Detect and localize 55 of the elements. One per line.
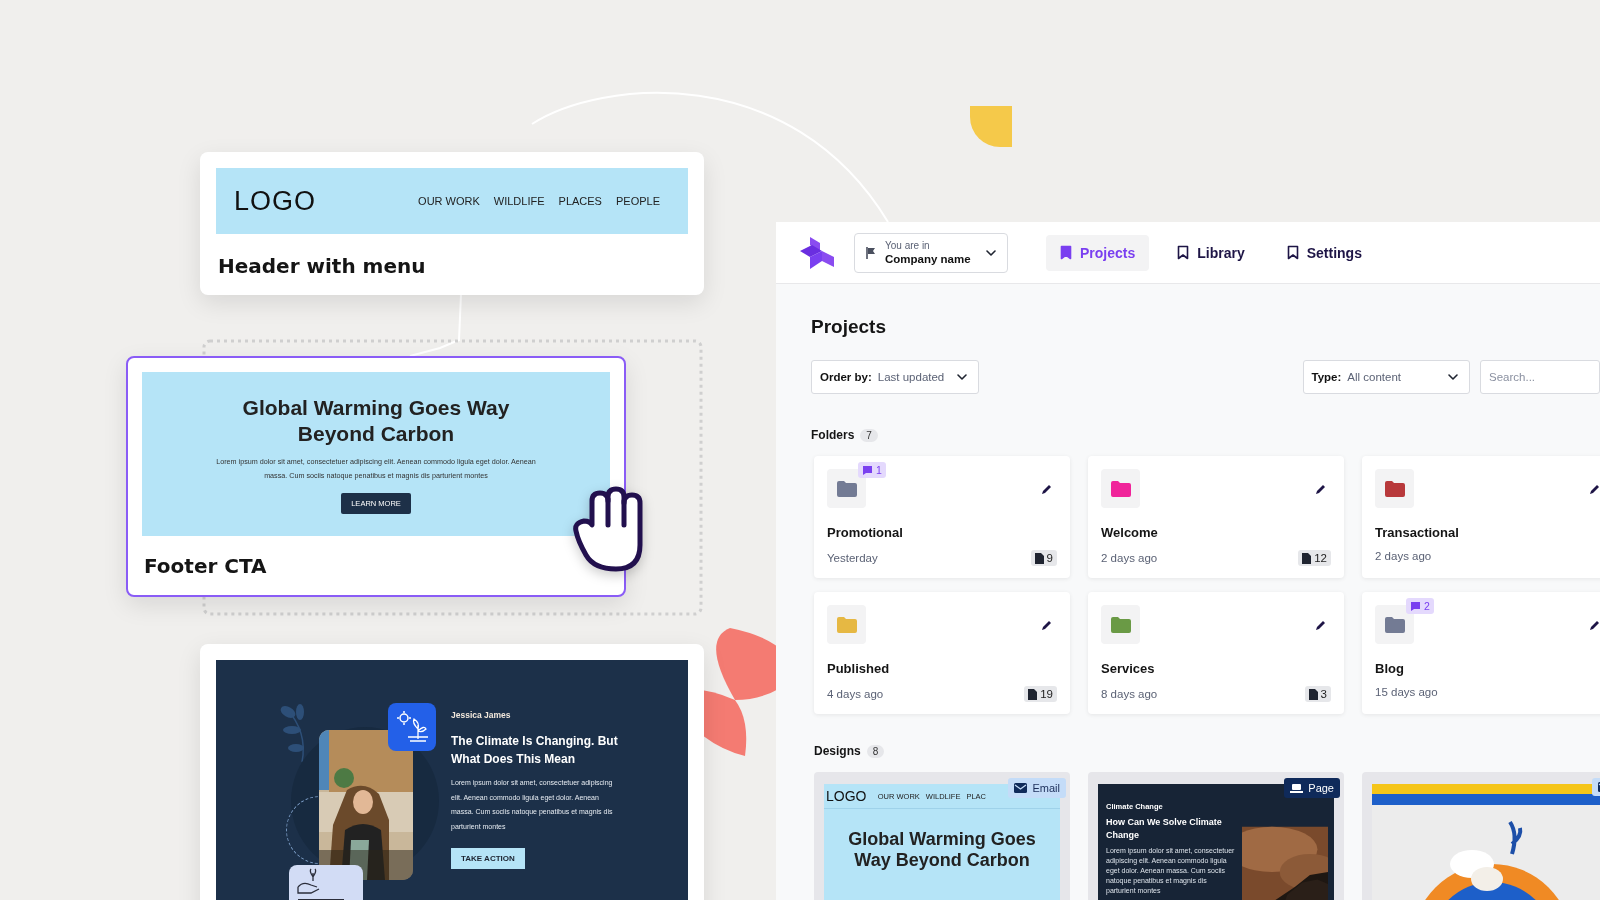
menu-link: WILDLIFE xyxy=(493,195,545,207)
comment-badge: 2 xyxy=(1406,598,1434,614)
company-dropdown[interactable]: You are in Company name xyxy=(854,232,1008,273)
email-badge: Email xyxy=(1008,778,1066,798)
take-action-button: TAKE ACTION xyxy=(451,848,525,869)
headline: Global Warming Goes Way Beyond Carbon xyxy=(241,394,511,447)
file-count-badge: 19 xyxy=(1024,686,1057,702)
nav-tab[interactable]: Settings xyxy=(1272,234,1376,271)
folder-card[interactable]: Welcome 2 days ago 12 xyxy=(1088,456,1344,578)
folder-card[interactable]: 1 Promotional Yesterday 9 xyxy=(814,456,1070,578)
company-name: Company name xyxy=(885,253,972,265)
order-dropdown[interactable]: Order by: Last updated xyxy=(811,360,979,394)
file-count-badge: 3 xyxy=(1304,686,1331,702)
page-title: Projects xyxy=(811,316,887,338)
logo-text: LOGO xyxy=(826,788,867,804)
updated-date: Yesterday xyxy=(827,552,878,564)
folder-card[interactable]: 2 Blog 15 days ago xyxy=(1362,592,1600,714)
section-label: Folders xyxy=(811,428,855,442)
template-title: Header with menu xyxy=(218,254,427,278)
updated-date: 8 days ago xyxy=(1101,688,1158,700)
folder-name: Services xyxy=(1101,661,1156,676)
folder-name: Transactional xyxy=(1375,525,1460,540)
updated-date: 15 days ago xyxy=(1375,686,1438,698)
template-card[interactable]: LOGO OUR WORK WILDLIFE PLACES PEOPLE Header with menu xyxy=(200,152,704,295)
template-title: Footer CTA xyxy=(144,554,268,578)
folder-name: Promotional xyxy=(827,525,904,540)
author-name: Jessica James xyxy=(451,710,512,720)
comment-badge: 1 xyxy=(858,462,886,478)
headline: The Climate Is Changing. But What Does This Mean xyxy=(451,733,619,768)
search-field[interactable]: Search... xyxy=(1480,360,1600,394)
dropdown-label: You are in xyxy=(885,240,931,251)
file-count-badge: 12 xyxy=(1298,550,1331,566)
updated-date: 4 days ago xyxy=(827,688,884,700)
type-dropdown[interactable]: Type: All content xyxy=(1302,360,1470,394)
folder-card[interactable]: Transactional 2 days ago xyxy=(1362,456,1600,578)
folder-name: Welcome xyxy=(1101,525,1159,540)
section-label: Designs xyxy=(814,744,861,758)
page-badge: Page xyxy=(1284,778,1340,798)
count-badge: 7 xyxy=(860,428,878,442)
menu-link: PLACES xyxy=(558,195,602,207)
folder-name: Published xyxy=(827,661,891,676)
updated-date: 2 days ago xyxy=(1101,552,1158,564)
updated-date: 2 days ago xyxy=(1375,550,1432,562)
folder-card[interactable]: Services 8 days ago 3 xyxy=(1088,592,1344,714)
folder-card[interactable]: Published 4 days ago 19 xyxy=(814,592,1070,714)
nav-tab[interactable]: Library xyxy=(1163,234,1259,271)
menu-link: PEOPLE xyxy=(615,195,660,207)
logo-text: LOGO xyxy=(234,185,317,217)
menu-link: OUR WORK xyxy=(418,195,480,207)
headline: How Can We Solve Climate Change xyxy=(1106,816,1223,842)
count-badge: 8 xyxy=(866,744,885,758)
file-count-badge: 9 xyxy=(1030,550,1057,566)
nav-tab[interactable]: Projects xyxy=(1046,234,1150,271)
headline: Global Warming Goes Way Beyond Carbon xyxy=(847,829,1037,871)
folder-name: Blog xyxy=(1375,661,1405,676)
